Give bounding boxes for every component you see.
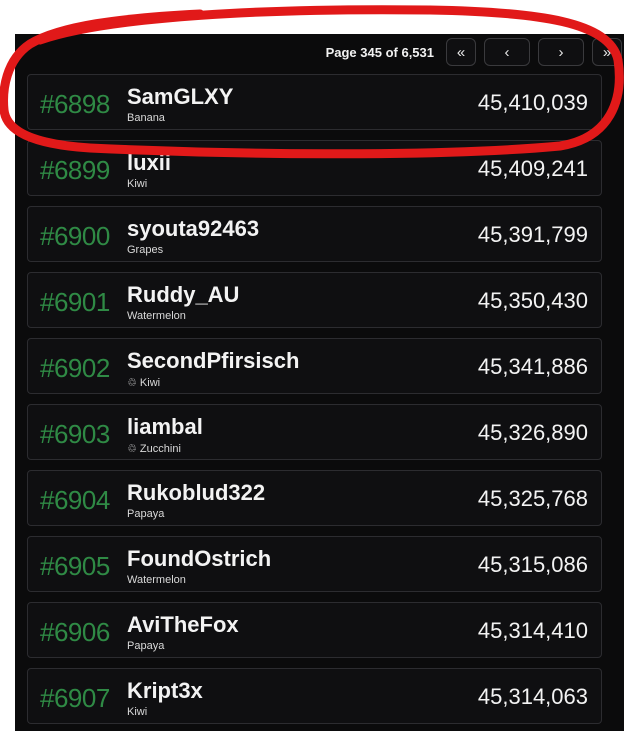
fruit-label: Papaya [127, 508, 164, 520]
player-name[interactable]: Kript3x [127, 678, 203, 704]
fruit-name: Kiwi [139, 377, 161, 389]
score-value: 45,315,086 [477, 552, 588, 577]
player-name[interactable]: SecondPfirsisch [127, 348, 299, 374]
fruit-name: Kiwi [127, 178, 148, 190]
rank-number: #6906 [40, 617, 110, 647]
player-name[interactable]: luxii [127, 150, 171, 176]
score-value: 45,326,890 [477, 420, 588, 445]
fruit-name: Watermelon [127, 574, 186, 586]
score-value: 45,325,768 [477, 486, 588, 511]
pagination-bar: Page 345 of 6,531 « ‹ › » [326, 37, 624, 67]
score-value: 45,314,063 [477, 684, 588, 709]
next-page-button[interactable]: › [538, 38, 584, 66]
leaderboard-row[interactable]: #6904 Rukoblud322 Papaya 45,325,768 [27, 470, 602, 526]
score-value: 45,410,039 [477, 90, 588, 115]
rank-number: #6904 [40, 485, 110, 515]
rank-number: #6903 [40, 419, 110, 449]
rank-number: #6899 [40, 155, 110, 185]
leaderboard-row[interactable]: #6906 AviTheFox Papaya 45,314,410 [27, 602, 602, 658]
rank-number: #6898 [40, 89, 110, 119]
score-value: 45,341,886 [477, 354, 588, 379]
fruit-name: Watermelon [127, 310, 186, 322]
double-chevron-left-icon: « [456, 43, 466, 61]
fruit-name: Kiwi [127, 706, 148, 718]
player-name[interactable]: Rukoblud322 [127, 480, 265, 506]
prev-page-button[interactable]: ‹ [484, 38, 530, 66]
fruit-name: Zucchini [139, 443, 181, 455]
double-chevron-right-icon: » [602, 43, 612, 61]
score-value: 45,314,410 [477, 618, 588, 643]
first-page-button[interactable]: « [446, 38, 476, 66]
leaderboard-list: #6898 SamGLXY Banana 45,410,039 #6899 lu… [27, 74, 602, 731]
score-value: 45,409,241 [477, 156, 588, 181]
player-name[interactable]: liambal [127, 414, 203, 440]
screenshot-stage: Page 345 of 6,531 « ‹ › » #6898 SamGLXY … [0, 0, 624, 731]
recycle-icon: ♲ [127, 377, 140, 389]
leaderboard-panel: Page 345 of 6,531 « ‹ › » #6898 SamGLXY … [15, 34, 624, 731]
fruit-name: Papaya [127, 640, 165, 652]
player-name[interactable]: syouta92463 [127, 216, 259, 242]
fruit-label: Kiwi [127, 706, 147, 718]
leaderboard-row[interactable]: #6907 Kript3x Kiwi 45,314,063 [27, 668, 602, 724]
fruit-label: ♲ Zucchini [127, 442, 181, 455]
player-name[interactable]: SamGLXY [127, 84, 233, 110]
leaderboard-row[interactable]: #6902 SecondPfirsisch ♲ Kiwi 45,341,886 [27, 338, 602, 394]
fruit-label: Kiwi [127, 178, 147, 190]
rank-number: #6902 [40, 353, 110, 383]
rank-number: #6900 [40, 221, 110, 251]
player-name[interactable]: FoundOstrich [127, 546, 271, 572]
fruit-label: Grapes [127, 244, 163, 256]
player-name[interactable]: AviTheFox [127, 612, 239, 638]
last-page-button[interactable]: » [592, 38, 622, 66]
score-value: 45,391,799 [477, 222, 588, 247]
leaderboard-row[interactable]: #6903 liambal ♲ Zucchini 45,326,890 [27, 404, 602, 460]
chevron-right-icon: › [558, 43, 564, 61]
leaderboard-row[interactable]: #6898 SamGLXY Banana 45,410,039 [27, 74, 602, 130]
fruit-name: Grapes [127, 244, 164, 256]
leaderboard-row[interactable]: #6901 Ruddy_AU Watermelon 45,350,430 [27, 272, 602, 328]
fruit-label: ♲ Kiwi [127, 376, 160, 389]
fruit-name: Banana [127, 112, 165, 124]
leaderboard-row[interactable]: #6905 FoundOstrich Watermelon 45,315,086 [27, 536, 602, 592]
fruit-label: Banana [127, 112, 165, 124]
fruit-label: Watermelon [127, 310, 186, 322]
fruit-name: Papaya [127, 508, 165, 520]
page-indicator: Page 345 of 6,531 [325, 44, 434, 60]
recycle-icon: ♲ [127, 443, 140, 455]
rank-number: #6907 [40, 683, 110, 713]
fruit-label: Papaya [127, 640, 164, 652]
rank-number: #6905 [40, 551, 110, 581]
rank-number: #6901 [40, 287, 110, 317]
leaderboard-row[interactable]: #6899 luxii Kiwi 45,409,241 [27, 140, 602, 196]
score-value: 45,350,430 [477, 288, 588, 313]
leaderboard-row[interactable]: #6900 syouta92463 Grapes 45,391,799 [27, 206, 602, 262]
fruit-label: Watermelon [127, 574, 186, 586]
chevron-left-icon: ‹ [504, 43, 510, 61]
player-name[interactable]: Ruddy_AU [127, 282, 239, 308]
